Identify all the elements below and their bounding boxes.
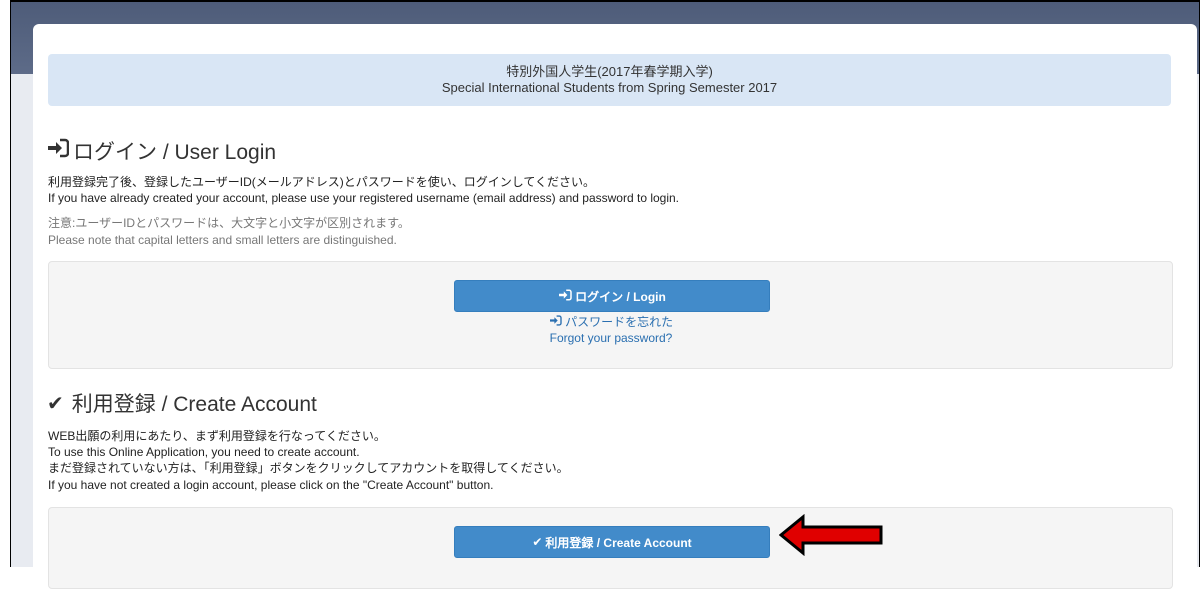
sign-in-icon (549, 315, 565, 329)
login-note-en: Please note that capital letters and sma… (48, 233, 397, 247)
login-heading: ログイン / User Login (47, 136, 276, 166)
create-title: 利用登録 / Create Account (71, 393, 317, 416)
create-line2: To use this Online Application, you need… (48, 445, 360, 459)
create-well: ✔ 利用登録 / Create Account (48, 507, 1173, 589)
banner-title-ja: 特別外国人学生(2017年春学期入学) (506, 64, 713, 79)
create-account-button[interactable]: ✔ 利用登録 / Create Account (454, 526, 770, 558)
create-line3: まだ登録されていない方は、「利用登録」ボタンをクリックしてアカウントを取得してく… (48, 461, 569, 475)
create-line1: WEB出願の利用にあたり、まず利用登録を行なってください。 (48, 429, 386, 443)
sign-in-icon (47, 138, 70, 164)
red-arrow-annotation (779, 514, 883, 556)
create-line4: If you have not created a login account,… (48, 478, 494, 492)
create-account-button-label: 利用登録 / Create Account (545, 535, 692, 550)
sign-in-icon (558, 288, 572, 304)
browser-frame: 特別外国人学生(2017年春学期入学) Special Internationa… (10, 0, 1200, 589)
login-well: ログイン / Login パスワードを忘れた Forgot your passw… (48, 261, 1173, 369)
forgot-password-link-ja[interactable]: パスワードを忘れた (454, 313, 768, 330)
login-button-label: ログイン / Login (575, 289, 666, 304)
check-icon: ✔ (47, 392, 64, 415)
info-banner: 特別外国人学生(2017年春学期入学) Special Internationa… (48, 54, 1171, 106)
login-desc-en: If you have already created your account… (48, 191, 680, 205)
login-button[interactable]: ログイン / Login (454, 280, 770, 312)
forgot-password-link-en[interactable]: Forgot your password? (454, 331, 768, 345)
login-desc-ja: 利用登録完了後、登録したユーザーID(メールアドレス)とパスワードを使い、ログイ… (48, 175, 596, 189)
main-card: 特別外国人学生(2017年春学期入学) Special Internationa… (33, 24, 1197, 589)
check-icon: ✔ (532, 535, 543, 549)
forgot-password-label-ja: パスワードを忘れた (565, 315, 674, 329)
login-note-ja: 注意:ユーザーIDとパスワードは、大文字と小文字が区別されます。 (48, 216, 410, 230)
login-title: ログイン / User Login (73, 141, 277, 164)
create-heading: ✔ 利用登録 / Create Account (47, 388, 317, 418)
banner-title-en: Special International Students from Spri… (441, 80, 778, 95)
